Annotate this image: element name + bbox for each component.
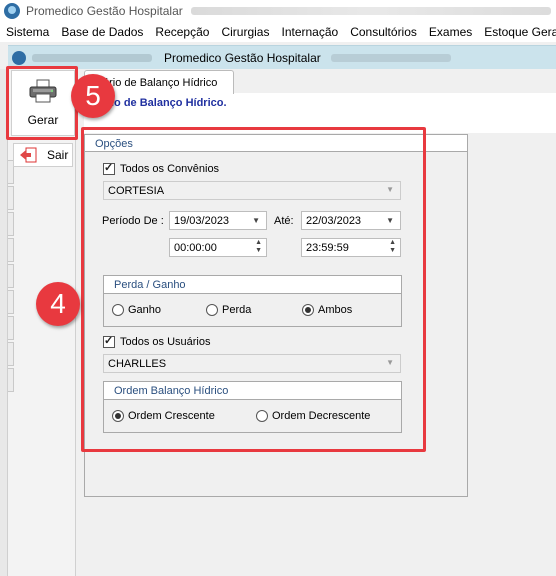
menu-base-de-dados[interactable]: Base de Dados xyxy=(61,25,143,39)
callout-badge-5: 5 xyxy=(71,74,115,118)
main-window-title-bar: Promedico Gestão Hospitalar xyxy=(0,0,556,22)
sair-label: Sair xyxy=(47,148,69,162)
child-window-title: Promedico Gestão Hospitalar xyxy=(164,50,321,65)
menu-consultorios[interactable]: Consultórios xyxy=(350,25,417,39)
main-window-title: Promedico Gestão Hospitalar xyxy=(26,4,183,18)
menu-internacao[interactable]: Internação xyxy=(281,25,338,39)
child-app-logo-icon xyxy=(12,50,26,65)
blurred-child-info-2 xyxy=(330,53,451,62)
menu-estoque-geral[interactable]: Estoque Geral xyxy=(484,25,556,39)
child-window-title-bar: Promedico Gestão Hospitalar xyxy=(8,45,556,69)
app-logo-icon xyxy=(4,3,20,19)
highlight-box-5 xyxy=(6,66,78,140)
highlight-box-4 xyxy=(81,127,426,452)
blurred-title-info xyxy=(190,7,551,15)
blurred-child-info xyxy=(32,53,152,62)
menu-sistema[interactable]: Sistema xyxy=(6,25,49,39)
callout-badge-4: 4 xyxy=(36,282,80,326)
left-window-strip xyxy=(0,69,8,576)
sair-button[interactable]: Sair xyxy=(13,143,73,167)
exit-icon xyxy=(20,147,37,163)
toolbar-marks xyxy=(8,160,14,394)
menu-bar: Sistema Base de Dados Recepção Cirurgias… xyxy=(0,22,556,42)
menu-exames[interactable]: Exames xyxy=(429,25,472,39)
menu-cirurgias[interactable]: Cirurgias xyxy=(221,25,269,39)
menu-recepcao[interactable]: Recepção xyxy=(155,25,209,39)
report-title: ório de Balanço Hídrico. xyxy=(100,97,227,109)
